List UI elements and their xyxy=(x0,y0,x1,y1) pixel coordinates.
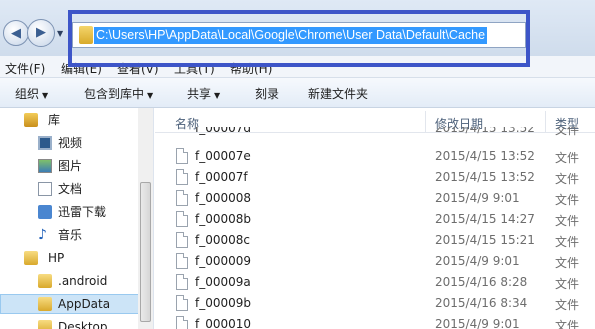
file-type: 文件 xyxy=(555,151,580,165)
file-name: f_00009b xyxy=(195,296,252,310)
file-date: 2015/4/15 13:52 xyxy=(435,127,535,135)
menu-file[interactable]: 文件(F) xyxy=(5,60,45,77)
video-icon xyxy=(38,136,52,150)
nav-label: .android xyxy=(58,274,108,288)
file-icon xyxy=(176,274,188,290)
burn-label: 刻录 xyxy=(255,87,280,101)
document-icon xyxy=(38,182,52,196)
burn-button[interactable]: 刻录 xyxy=(255,85,279,102)
navpane-scrollbar[interactable] xyxy=(138,108,153,329)
music-icon: ♪ xyxy=(38,227,47,243)
file-date: 2015/4/15 15:21 xyxy=(435,233,535,247)
new-folder-button[interactable]: 新建文件夹 xyxy=(308,85,368,102)
file-date: 2015/4/16 8:34 xyxy=(435,296,528,310)
file-type: 文件 xyxy=(555,193,580,207)
file-type: 文件 xyxy=(555,277,580,291)
forward-arrow-icon: ▶ xyxy=(36,25,46,40)
file-name: f_00007d xyxy=(195,127,252,135)
file-icon xyxy=(176,169,188,185)
explorer-window: ◀ ▶ ▼ C:\Users\HP\AppData\Local\Google\C… xyxy=(0,0,595,329)
library-icon xyxy=(24,113,38,127)
table-row[interactable]: f_00008b 2015/4/15 14:27 文件 xyxy=(155,209,595,230)
new-folder-label: 新建文件夹 xyxy=(308,87,369,101)
back-arrow-icon: ◀ xyxy=(11,26,21,41)
nav-label: Desktop xyxy=(58,320,108,329)
nav-label: 迅雷下载 xyxy=(58,205,107,219)
table-row[interactable]: f_00008c 2015/4/15 15:21 文件 xyxy=(155,230,595,251)
file-type: 文件 xyxy=(555,127,580,137)
share-label: 共享 xyxy=(187,87,212,101)
nav-label: 音乐 xyxy=(58,228,83,242)
file-type: 文件 xyxy=(555,256,580,270)
include-in-library-button[interactable]: 包含到库中 ▼ xyxy=(84,85,153,102)
file-date: 2015/4/15 13:52 xyxy=(435,170,535,184)
table-row[interactable]: f_00009b 2015/4/16 8:34 文件 xyxy=(155,293,595,314)
nav-label: 库 xyxy=(48,113,61,127)
file-date: 2015/4/9 9:01 xyxy=(435,254,520,268)
folder-icon xyxy=(38,320,52,329)
file-icon xyxy=(176,295,188,311)
folder-icon xyxy=(24,251,38,265)
picture-icon xyxy=(38,159,52,173)
table-row[interactable]: f_000009 2015/4/9 9:01 文件 xyxy=(155,251,595,272)
organize-button[interactable]: 组织 ▼ xyxy=(15,85,48,102)
table-row[interactable]: f_00007d 2015/4/15 13:52 文件 xyxy=(155,127,595,139)
forward-button[interactable]: ▶ xyxy=(27,19,55,47)
file-name: f_00007f xyxy=(195,170,248,184)
file-name: f_000009 xyxy=(195,254,252,268)
file-name: f_00008b xyxy=(195,212,252,226)
nav-label: 视频 xyxy=(58,136,83,150)
scrollbar-thumb[interactable] xyxy=(140,182,151,322)
file-icon xyxy=(176,148,188,164)
file-icon xyxy=(176,316,188,329)
table-row[interactable]: f_000010 2015/4/9 9:01 文件 xyxy=(155,314,595,329)
annotation-highlight-box xyxy=(68,10,530,67)
file-date: 2015/4/9 9:01 xyxy=(435,317,520,329)
file-icon xyxy=(176,211,188,227)
chevron-down-icon: ▼ xyxy=(214,91,221,100)
file-date: 2015/4/15 13:52 xyxy=(435,149,535,163)
file-type: 文件 xyxy=(555,298,580,312)
nav-label: HP xyxy=(48,251,65,265)
table-row[interactable]: f_00007e 2015/4/15 13:52 文件 xyxy=(155,146,595,167)
file-name: f_00007e xyxy=(195,149,251,163)
file-name: f_000010 xyxy=(195,317,252,329)
file-icon xyxy=(176,232,188,248)
download-icon xyxy=(38,205,52,219)
folder-icon xyxy=(38,274,52,288)
file-name: f_00008c xyxy=(195,233,250,247)
folder-icon xyxy=(38,297,52,311)
file-type: 文件 xyxy=(555,172,580,186)
nav-label: 图片 xyxy=(58,159,83,173)
command-toolbar: 组织 ▼ 包含到库中 ▼ 共享 ▼ 刻录 新建文件夹 xyxy=(0,78,595,108)
include-in-library-label: 包含到库中 xyxy=(84,87,145,101)
recent-pages-dropdown[interactable]: ▼ xyxy=(57,29,67,39)
organize-label: 组织 xyxy=(15,87,40,101)
navigation-bar: ◀ ▶ ▼ C:\Users\HP\AppData\Local\Google\C… xyxy=(0,0,595,67)
nav-label: AppData xyxy=(58,297,111,311)
file-name: f_000008 xyxy=(195,191,252,205)
table-row[interactable]: f_000008 2015/4/9 9:01 文件 xyxy=(155,188,595,209)
file-date: 2015/4/16 8:28 xyxy=(435,275,528,289)
back-button[interactable]: ◀ xyxy=(3,20,29,46)
nav-label: 文档 xyxy=(58,182,83,196)
file-type: 文件 xyxy=(555,235,580,249)
share-button[interactable]: 共享 ▼ xyxy=(187,85,220,102)
file-type: 文件 xyxy=(555,319,580,329)
file-date: 2015/4/9 9:01 xyxy=(435,191,520,205)
file-date: 2015/4/15 14:27 xyxy=(435,212,535,226)
file-name: f_00009a xyxy=(195,275,251,289)
file-type: 文件 xyxy=(555,214,580,228)
file-icon xyxy=(176,253,188,269)
file-icon xyxy=(176,190,188,206)
chevron-down-icon: ▼ xyxy=(42,91,49,100)
table-row[interactable]: f_00007f 2015/4/15 13:52 文件 xyxy=(155,167,595,188)
navigation-pane: 库 视频 图片 文档 迅雷下载 ♪ 音乐 HP .android AppData… xyxy=(0,108,154,329)
table-row[interactable]: f_00009a 2015/4/16 8:28 文件 xyxy=(155,272,595,293)
chevron-down-icon: ▼ xyxy=(147,91,154,100)
file-list: 名称 修改日期 类型 f_00007d 2015/4/15 13:52 文件 f… xyxy=(155,108,595,329)
